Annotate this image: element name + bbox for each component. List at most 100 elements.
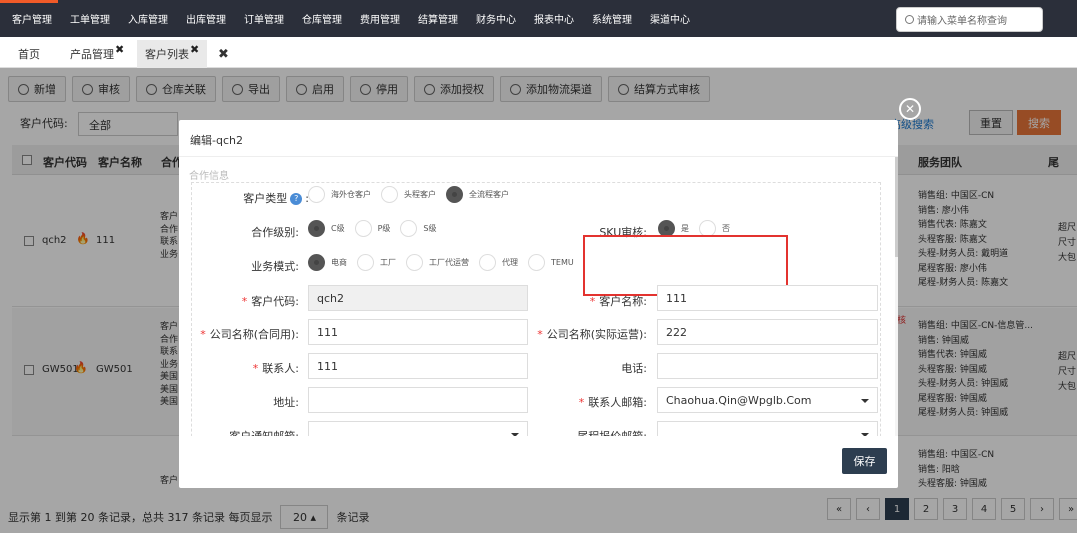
- required-mark: *: [589, 295, 596, 308]
- help-icon[interactable]: ?: [290, 193, 303, 205]
- required-mark: *: [537, 328, 543, 341]
- biz_mode-radio[interactable]: [406, 254, 423, 271]
- modal-scrollbar[interactable]: [895, 157, 898, 436]
- coop_level-radio[interactable]: [400, 220, 418, 237]
- biz_mode-radio[interactable]: [528, 254, 545, 271]
- contact-email-label: * 联系人邮箱:: [549, 394, 647, 410]
- company-contract-field[interactable]: 111: [308, 319, 528, 345]
- company-contract-label-text: 公司名称(合同用):: [209, 328, 299, 341]
- nav-item[interactable]: 报表中心: [534, 11, 574, 26]
- phone-field[interactable]: [657, 353, 878, 379]
- nav-item[interactable]: 财务中心: [476, 11, 516, 26]
- close-icon[interactable]: ✖: [190, 43, 199, 56]
- chevron-down-icon: [861, 433, 869, 436]
- contact-email-value: Chaohua.Qin@Wpglb.Com: [666, 393, 812, 407]
- company-actual-label: * 公司名称(实际运营):: [529, 326, 647, 342]
- tab-customer-list[interactable]: 客户列表 ✖: [137, 40, 208, 68]
- biz_mode-radio[interactable]: [479, 254, 496, 271]
- menu-search-input[interactable]: 请输入菜单名称查询: [896, 7, 1043, 32]
- biz_mode-radio[interactable]: [308, 254, 325, 271]
- nav-item[interactable]: 入库管理: [128, 11, 168, 26]
- quote-email-label: 尾程报价邮箱:: [549, 428, 647, 436]
- tab-home[interactable]: 首页: [10, 40, 48, 68]
- menu-search-placeholder: 请输入菜单名称查询: [917, 16, 1007, 27]
- top-nav: 客户管理 工单管理 入库管理 出库管理 订单管理 仓库管理 费用管理 结算管理 财务中心 报表中心…: [0, 0, 1077, 37]
- biz_mode-option-label: TEMU: [551, 258, 574, 267]
- nav-item[interactable]: 结算管理: [418, 11, 458, 26]
- close-icon[interactable]: ✖: [115, 43, 124, 56]
- coop_level-radio[interactable]: [354, 220, 372, 237]
- required-mark: *: [578, 396, 585, 409]
- contact-field[interactable]: 111: [308, 353, 528, 379]
- address-label: 地址:: [273, 396, 299, 409]
- required-mark: *: [252, 362, 259, 375]
- search-icon: [905, 15, 914, 24]
- company-contract-label: * 公司名称(合同用):: [189, 326, 299, 342]
- edit-customer-modal: 编辑-qch2 合作信息 客户类型?: 海外仓客户 头程客户 全流程客户 合作级别:…: [179, 120, 898, 488]
- customer_type-option-label: 头程客户: [404, 190, 436, 199]
- coop-level-radio-group: C级 P级 S级: [308, 220, 447, 237]
- sku_review-option-label: 否: [722, 224, 730, 233]
- customer-type-label-text: 客户类型: [243, 192, 288, 205]
- contact-label: * 联系人:: [199, 360, 299, 376]
- tab-customer-list-label: 客户列表: [145, 48, 189, 61]
- customer-type-label: 客户类型?:: [243, 192, 309, 205]
- biz_mode-option-label: 代理: [502, 258, 518, 267]
- nav-item[interactable]: 客户管理: [12, 11, 52, 26]
- coop_level-option-label: S级: [423, 224, 437, 233]
- company-actual-field[interactable]: 222: [657, 319, 878, 345]
- nav-item[interactable]: 工单管理: [70, 11, 110, 26]
- required-mark: *: [200, 328, 206, 341]
- app-root: { "nav": { "items": ["客户管理", "工单管理", "入库…: [0, 0, 1077, 533]
- customer-code-label: * 客户代码:: [199, 293, 299, 309]
- customer-type-radio-group: 海外仓客户 头程客户 全流程客户: [308, 186, 519, 203]
- nav-item[interactable]: 仓库管理: [302, 11, 342, 26]
- biz_mode-option-label: 电商: [331, 258, 347, 267]
- notify-email-label: 客户通知邮箱:: [199, 428, 299, 436]
- biz_mode-option-label: 工厂代运营: [429, 258, 469, 267]
- coop_level-option-label: C级: [331, 224, 345, 233]
- tab-home-label: 首页: [18, 48, 40, 61]
- tab-bar: 首页 产品管理 ✖ 客户列表 ✖ ✖: [0, 40, 1077, 68]
- customer-code-field[interactable]: qch2: [308, 285, 528, 311]
- address-field[interactable]: [308, 387, 528, 413]
- nav-item[interactable]: 出库管理: [186, 11, 226, 26]
- modal-close-icon[interactable]: ✕: [899, 98, 921, 120]
- nav-item[interactable]: 订单管理: [244, 11, 284, 26]
- tab-product[interactable]: 产品管理 ✖: [62, 40, 132, 68]
- customer-name-field[interactable]: 111: [657, 285, 878, 311]
- contact-email-label-text: 联系人邮箱:: [588, 396, 647, 409]
- nav-item[interactable]: 渠道中心: [650, 11, 690, 26]
- company-actual-label-text: 公司名称(实际运营):: [546, 328, 647, 341]
- main-menu: 客户管理 工单管理 入库管理 出库管理 订单管理 仓库管理 费用管理 结算管理 财务中心 报表中心…: [0, 0, 696, 37]
- modal-title: 编辑-qch2: [190, 134, 243, 147]
- tab-product-label: 产品管理: [70, 48, 114, 61]
- biz-mode-label: 业务模式:: [251, 260, 299, 273]
- modal-body: 合作信息 客户类型?: 海外仓客户 头程客户 全流程客户 合作级别: C级 P级 S级 …: [179, 156, 898, 436]
- contact-email-select[interactable]: Chaohua.Qin@Wpglb.Com: [657, 387, 878, 413]
- customer_type-option-label: 海外仓客户: [331, 190, 371, 199]
- customer-name-label: * 客户名称:: [549, 293, 647, 309]
- quote-email-select[interactable]: [657, 421, 878, 436]
- coop_level-radio[interactable]: [308, 220, 325, 237]
- chevron-down-icon: [861, 399, 869, 403]
- customer_type-radio[interactable]: [446, 186, 463, 203]
- coop_level-option-label: P级: [377, 224, 391, 233]
- save-button[interactable]: 保存: [842, 448, 887, 474]
- section-label: 合作信息: [189, 171, 229, 182]
- coop-level-label: 合作级别:: [251, 226, 299, 239]
- scrollbar-thumb[interactable]: [895, 157, 898, 257]
- customer-name-label-text: 客户名称:: [599, 295, 647, 308]
- customer_type-radio[interactable]: [381, 186, 398, 203]
- close-all-tabs-icon[interactable]: ✖: [210, 40, 237, 68]
- chevron-down-icon: [511, 433, 519, 436]
- notify-email-select[interactable]: [308, 421, 528, 436]
- nav-item[interactable]: 系统管理: [592, 11, 632, 26]
- sku_review-option-label: 是: [681, 224, 689, 233]
- nav-item[interactable]: 费用管理: [360, 11, 400, 26]
- biz_mode-option-label: 工厂: [380, 258, 396, 267]
- phone-label: 电话:: [621, 362, 647, 375]
- biz_mode-radio[interactable]: [357, 254, 374, 271]
- customer_type-radio[interactable]: [308, 186, 325, 203]
- customer-code-label-text: 客户代码:: [251, 295, 299, 308]
